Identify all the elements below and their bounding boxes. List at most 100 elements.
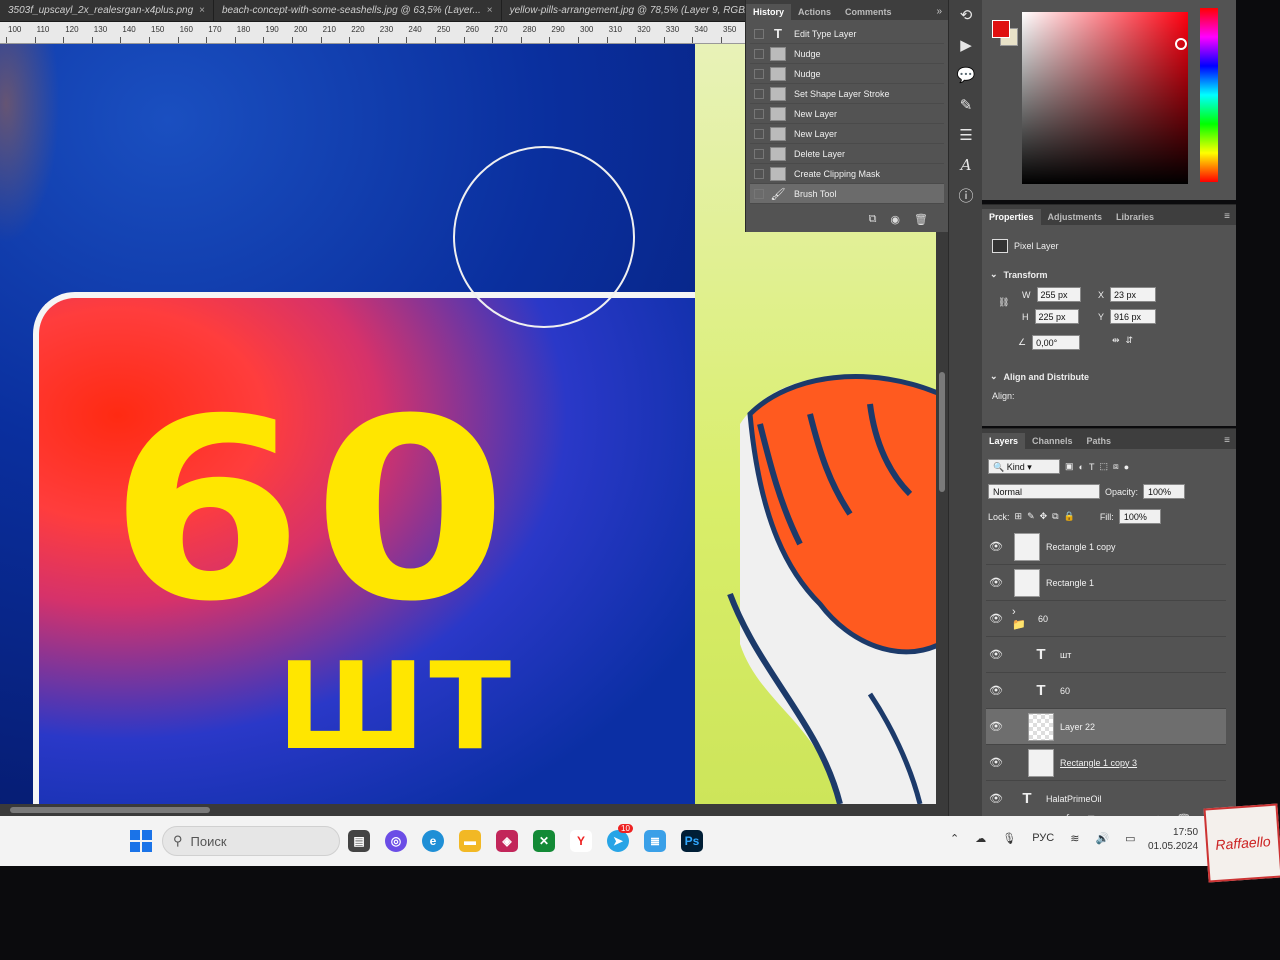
file-explorer-icon[interactable]: ▬ — [459, 830, 481, 852]
windows-start-icon[interactable] — [130, 830, 152, 852]
horizontal-scrollbar[interactable] — [0, 804, 936, 816]
history-item[interactable]: T Edit Type Layer — [750, 24, 944, 44]
wifi-icon[interactable]: ≋ — [1070, 832, 1079, 845]
horizontal-ruler[interactable]: 100 110 120 130 140 150 160 170 180 190 200 210 220 2… — [0, 22, 745, 44]
panel-menu-icon[interactable]: ≡ — [1218, 208, 1236, 225]
adjustments-sliders-icon[interactable]: ☰ — [949, 120, 983, 150]
character-icon[interactable]: A — [949, 150, 983, 180]
edge-browser-icon[interactable]: e — [422, 830, 444, 852]
lock-all-icon[interactable]: 🔒 — [1064, 511, 1075, 522]
history-checkbox[interactable] — [754, 48, 764, 59]
visibility-eye-icon[interactable]: 👁 — [986, 684, 1006, 697]
layer-row[interactable]: 👁 T HalatPrimeOil — [986, 781, 1226, 817]
history-item[interactable]: New Layer — [750, 124, 944, 144]
visibility-eye-icon[interactable]: 👁 — [986, 756, 1006, 769]
history-item[interactable]: Create Clipping Mask — [750, 164, 944, 184]
hue-slider[interactable] — [1200, 8, 1218, 182]
lock-artboard-icon[interactable]: ⧉ — [1052, 511, 1058, 522]
x-field[interactable]: 23 px — [1110, 287, 1157, 302]
angle-field[interactable]: 0,00° — [1032, 335, 1081, 350]
layer-row[interactable]: 👁 Rectangle 1 copy — [986, 529, 1226, 565]
snapshot-icon[interactable]: ◉ — [890, 213, 900, 226]
lock-transparent-icon[interactable]: ⊞ — [1015, 511, 1023, 522]
lock-position-icon[interactable]: ✥ — [1040, 511, 1048, 522]
layer-row[interactable]: 👁 Tшт — [986, 637, 1226, 673]
history-checkbox[interactable] — [754, 68, 764, 79]
yandex-browser-icon[interactable]: Y — [570, 830, 592, 852]
history-checkbox[interactable] — [754, 88, 764, 99]
history-checkbox[interactable] — [754, 148, 764, 159]
taskbar-search[interactable]: ⚲ Поиск — [162, 826, 340, 856]
history-checkbox[interactable] — [754, 108, 764, 119]
visibility-eye-icon[interactable]: 👁 — [986, 720, 1006, 733]
history-checkbox[interactable] — [754, 128, 764, 139]
filter-adjustment-icon[interactable]: ◐ — [1079, 462, 1084, 472]
tab-channels[interactable]: Channels — [1025, 433, 1080, 449]
layer-row[interactable]: 👁 Rectangle 1 copy 3 — [986, 745, 1226, 781]
width-field[interactable]: 255 px — [1036, 287, 1081, 302]
height-field[interactable]: 225 px — [1034, 309, 1079, 324]
filter-type-icon[interactable]: T — [1089, 462, 1095, 472]
taskbar-clock[interactable]: 17:50 01.05.2024 — [1148, 826, 1198, 854]
photoshop-icon[interactable]: Ps — [681, 830, 703, 852]
actions-play-icon[interactable]: ▶ — [949, 30, 983, 60]
filter-shape-icon[interactable]: ⬚ — [1099, 461, 1108, 472]
flip-horizontal-icon[interactable]: ⇹ — [1112, 335, 1120, 346]
tab-libraries[interactable]: Libraries — [1109, 209, 1161, 225]
history-item[interactable]: New Layer — [750, 104, 944, 124]
document-tab[interactable]: beach-concept-with-some-seashells.jpg @ … — [213, 0, 502, 21]
panel-menu-icon[interactable]: » — [930, 3, 948, 20]
history-item[interactable]: Nudge — [750, 44, 944, 64]
scroll-thumb[interactable] — [939, 372, 945, 492]
history-checkbox[interactable] — [754, 188, 764, 199]
document-tab[interactable]: yellow-pills-arrangement.jpg @ 78,5% (La… — [501, 0, 745, 21]
info-icon[interactable]: ⓘ — [949, 180, 983, 210]
close-icon[interactable]: × — [199, 5, 205, 16]
panel-menu-icon[interactable]: ≡ — [1218, 432, 1236, 449]
visibility-eye-icon[interactable]: 👁 — [986, 648, 1006, 661]
tab-comments[interactable]: Comments — [838, 4, 899, 20]
filter-kind-select[interactable]: 🔍 Kind ▾ — [988, 459, 1060, 474]
trash-icon[interactable]: 🗑 — [914, 213, 928, 226]
task-view-icon[interactable]: ▤ — [348, 830, 370, 852]
filter-pixel-icon[interactable]: ▣ — [1065, 461, 1074, 472]
tab-adjustments[interactable]: Adjustments — [1041, 209, 1110, 225]
y-field[interactable]: 916 px — [1110, 309, 1157, 324]
transform-section-header[interactable]: ⌄ Transform — [990, 269, 1048, 280]
tab-paths[interactable]: Paths — [1080, 433, 1119, 449]
history-panel-icon[interactable]: ⟲ — [949, 0, 983, 30]
chevron-up-icon[interactable]: ⌃ — [950, 832, 959, 845]
lock-image-icon[interactable]: ✎ — [1027, 511, 1035, 522]
align-section-header[interactable]: ⌄ Align and Distribute — [990, 371, 1089, 382]
tab-actions[interactable]: Actions — [791, 4, 838, 20]
document-tab[interactable]: 3503f_upscayl_2x_realesrgan-x4plus.png × — [0, 0, 214, 21]
history-checkbox[interactable] — [754, 28, 764, 39]
volume-icon[interactable]: 🔊 — [1095, 832, 1109, 845]
blend-mode-select[interactable]: Normal — [988, 484, 1100, 499]
link-dimensions-icon[interactable]: ⛓ — [998, 297, 1009, 308]
flip-vertical-icon[interactable]: ⇵ — [1126, 335, 1134, 346]
fill-field[interactable]: 100% — [1118, 509, 1161, 524]
opacity-field[interactable]: 100% — [1143, 484, 1186, 499]
color-picker-handle[interactable] — [1175, 38, 1187, 50]
store-icon[interactable]: ◈ — [496, 830, 518, 852]
layer-row[interactable]: 👁 T 60 — [986, 673, 1226, 709]
layer-row[interactable]: 👁 Rectangle 1 — [986, 565, 1226, 601]
visibility-eye-icon[interactable]: 👁 — [986, 612, 1006, 625]
color-field[interactable] — [1022, 12, 1188, 184]
visibility-eye-icon[interactable]: 👁 — [986, 540, 1006, 553]
brush-settings-icon[interactable]: ✎ — [949, 90, 983, 120]
tab-history[interactable]: History — [746, 4, 792, 20]
history-item[interactable]: Set Shape Layer Stroke — [750, 84, 944, 104]
close-icon[interactable]: × — [487, 5, 493, 16]
layer-row[interactable]: 👁 Layer 22 — [986, 709, 1226, 745]
visibility-eye-icon[interactable]: 👁 — [986, 576, 1006, 589]
foreground-color-swatch[interactable] — [992, 20, 1010, 38]
tab-layers[interactable]: Layers — [982, 433, 1026, 449]
filter-toggle-icon[interactable]: ● — [1124, 462, 1129, 472]
notepad-icon[interactable]: ≣ — [644, 830, 666, 852]
tab-properties[interactable]: Properties — [982, 209, 1041, 225]
history-item[interactable]: 🖌 Brush Tool — [750, 184, 944, 204]
visibility-eye-icon[interactable]: 👁 — [986, 792, 1006, 805]
comments-icon[interactable]: 💬 — [949, 60, 983, 90]
